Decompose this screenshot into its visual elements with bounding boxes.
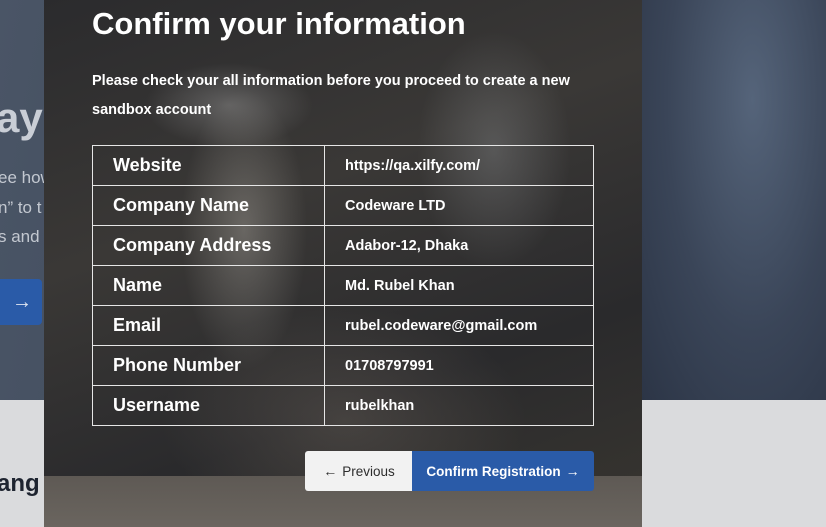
row-value: Codeware LTD	[324, 185, 594, 226]
arrow-left-icon: ←	[323, 463, 338, 479]
background-text-line: n” to t	[0, 198, 42, 217]
row-label: Phone Number	[92, 345, 325, 386]
row-value: rubelkhan	[324, 385, 594, 426]
arrow-right-icon: →	[565, 463, 580, 479]
row-label: Company Address	[92, 225, 325, 266]
background-subheading: ang	[0, 470, 40, 497]
background-text-line: s and	[0, 227, 40, 246]
table-row: Phone Number 01708797991	[92, 345, 594, 386]
row-value: 01708797991	[324, 345, 594, 386]
row-label: Name	[92, 265, 325, 306]
background-heading: ay	[0, 94, 43, 141]
row-label: Company Name	[92, 185, 325, 226]
background-hero-image	[642, 0, 826, 400]
table-row: Company Address Adabor-12, Dhaka	[92, 225, 594, 266]
background-cta-button[interactable]: →	[0, 279, 42, 325]
previous-button[interactable]: ← Previous	[305, 451, 413, 491]
row-label: Username	[92, 385, 325, 426]
table-row: Email rubel.codeware@gmail.com	[92, 305, 594, 346]
previous-button-label: Previous	[342, 463, 395, 479]
info-table: Website https://qa.xilfy.com/ Company Na…	[92, 145, 594, 426]
table-row: Website https://qa.xilfy.com/	[92, 145, 594, 186]
row-label: Email	[92, 305, 325, 346]
row-value: Adabor-12, Dhaka	[324, 225, 594, 266]
modal-description: Please check your all information before…	[92, 73, 570, 118]
row-value: rubel.codeware@gmail.com	[324, 305, 594, 346]
confirm-registration-button[interactable]: Confirm Registration →	[412, 451, 594, 491]
arrow-right-icon: →	[12, 290, 32, 313]
row-label: Website	[92, 145, 325, 186]
table-row: Username rubelkhan	[92, 385, 594, 426]
confirm-button-label: Confirm Registration	[426, 463, 561, 479]
modal-title: Confirm your information	[92, 6, 466, 41]
row-value: Md. Rubel Khan	[324, 265, 594, 306]
confirm-modal: Confirm your information Please check yo…	[44, 0, 642, 527]
table-row: Name Md. Rubel Khan	[92, 265, 594, 306]
row-value: https://qa.xilfy.com/	[324, 145, 594, 186]
table-row: Company Name Codeware LTD	[92, 185, 594, 226]
